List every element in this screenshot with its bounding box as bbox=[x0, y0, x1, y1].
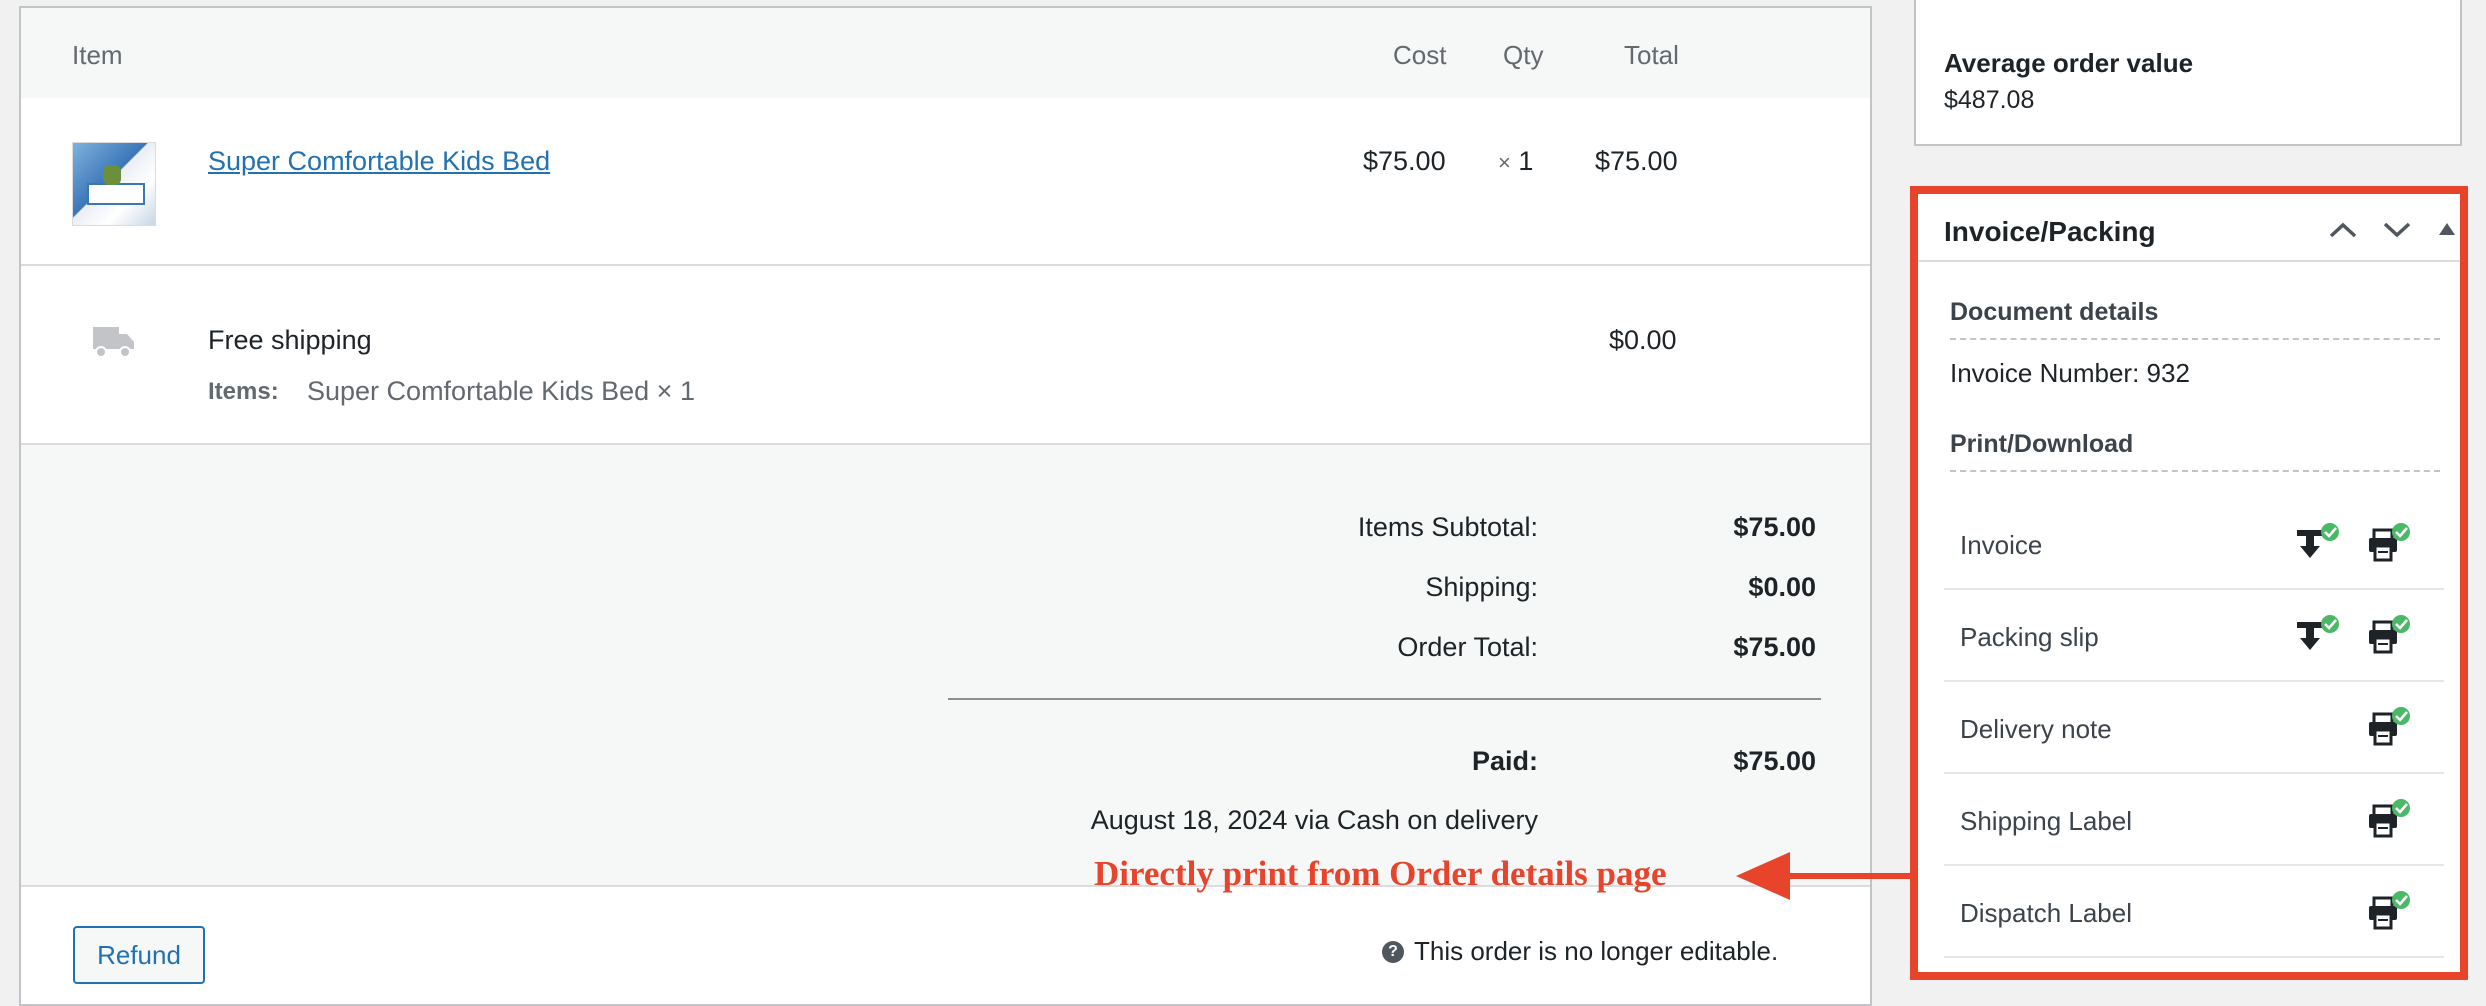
document-label: Dispatch Label bbox=[1960, 898, 2132, 928]
col-item: Item bbox=[72, 40, 123, 70]
invoice-packing-box: Invoice/Packing Document details Invoice… bbox=[1910, 186, 2468, 980]
line-item-qty: × 1 bbox=[1498, 146, 1534, 176]
totals-separator bbox=[948, 698, 1821, 700]
download-icon[interactable] bbox=[2296, 522, 2342, 564]
collapse-toggle-icon[interactable] bbox=[2438, 222, 2456, 236]
col-total: Total bbox=[1624, 40, 1679, 70]
shipping-items-label: Items: bbox=[208, 378, 279, 405]
col-cost: Cost bbox=[1393, 40, 1447, 70]
box-header: Invoice/Packing bbox=[1918, 194, 2460, 262]
annotation-arrow-icon bbox=[1736, 852, 1912, 900]
order-totals: Items Subtotal: Shipping: Order Total: P… bbox=[21, 445, 1870, 885]
product-link[interactable]: Super Comfortable Kids Bed bbox=[208, 146, 550, 177]
col-qty: Qty bbox=[1503, 40, 1544, 70]
paid-value: $75.00 bbox=[1733, 746, 1816, 776]
shipping-method: Free shipping bbox=[208, 325, 372, 355]
print-icon[interactable] bbox=[2367, 798, 2413, 840]
subtotal-value: $75.00 bbox=[1733, 512, 1816, 542]
document-row: Dispatch Label bbox=[1944, 866, 2444, 958]
print-icon[interactable] bbox=[2367, 522, 2413, 564]
box-title: Invoice/Packing bbox=[1944, 216, 2156, 247]
document-label: Shipping Label bbox=[1960, 806, 2133, 836]
document-row: Packing slip bbox=[1944, 590, 2444, 682]
document-row: Delivery note bbox=[1944, 682, 2444, 774]
shipping-row: Free shipping Items: Super Comfortable K… bbox=[21, 283, 1870, 443]
document-list: Invoice Packing slip Delivery note Shipping… bbox=[1918, 498, 2460, 958]
annotation-text: Directly print from Order details page bbox=[1094, 854, 1667, 893]
invoice-number-label: Invoice Number: bbox=[1950, 358, 2140, 388]
print-icon[interactable] bbox=[2367, 890, 2413, 932]
document-row: Shipping Label bbox=[1944, 774, 2444, 866]
not-editable-text: This order is no longer editable. bbox=[1414, 936, 1779, 966]
dashed-divider bbox=[1950, 470, 2440, 472]
divider bbox=[21, 264, 1870, 266]
document-label: Delivery note bbox=[1960, 714, 2112, 744]
shipping-items-value: Super Comfortable Kids Bed × 1 bbox=[307, 376, 695, 406]
document-label: Packing slip bbox=[1960, 622, 2099, 652]
invoice-number: 932 bbox=[2146, 358, 2190, 388]
dashed-divider bbox=[1950, 338, 2440, 340]
document-details-heading: Document details bbox=[1950, 298, 2159, 326]
line-item-cost: $75.00 bbox=[1363, 146, 1446, 176]
document-row: Invoice bbox=[1944, 498, 2444, 590]
truck-icon bbox=[93, 327, 134, 358]
avg-order-value: $487.08 bbox=[1944, 86, 2035, 114]
shipping-value: $0.00 bbox=[1748, 572, 1816, 602]
avg-order-label: Average order value bbox=[1944, 48, 2194, 78]
document-label: Invoice bbox=[1960, 530, 2043, 560]
customer-stats-box: Average order value $487.08 bbox=[1914, 0, 2462, 146]
order-total-value: $75.00 bbox=[1733, 632, 1816, 662]
print-download-heading: Print/Download bbox=[1950, 430, 2134, 458]
invoice-number-line: Invoice Number: 932 bbox=[1950, 358, 2190, 389]
shipping-total: $0.00 bbox=[1609, 325, 1677, 355]
help-icon[interactable]: ? bbox=[1382, 940, 1404, 963]
chevron-up-icon[interactable] bbox=[2328, 220, 2358, 240]
download-icon[interactable] bbox=[2296, 614, 2342, 656]
line-item-total: $75.00 bbox=[1595, 146, 1678, 176]
items-table-header: Item Cost Qty Total bbox=[21, 8, 1870, 98]
line-item-row: Super Comfortable Kids Bed $75.00 × 1 $7… bbox=[21, 98, 1870, 264]
refund-button[interactable]: Refund bbox=[73, 926, 205, 984]
product-thumbnail[interactable] bbox=[72, 142, 156, 226]
print-icon[interactable] bbox=[2367, 614, 2413, 656]
print-icon[interactable] bbox=[2367, 706, 2413, 748]
not-editable-notice: ? This order is no longer editable. bbox=[1382, 936, 1778, 967]
chevron-down-icon[interactable] bbox=[2382, 220, 2412, 240]
